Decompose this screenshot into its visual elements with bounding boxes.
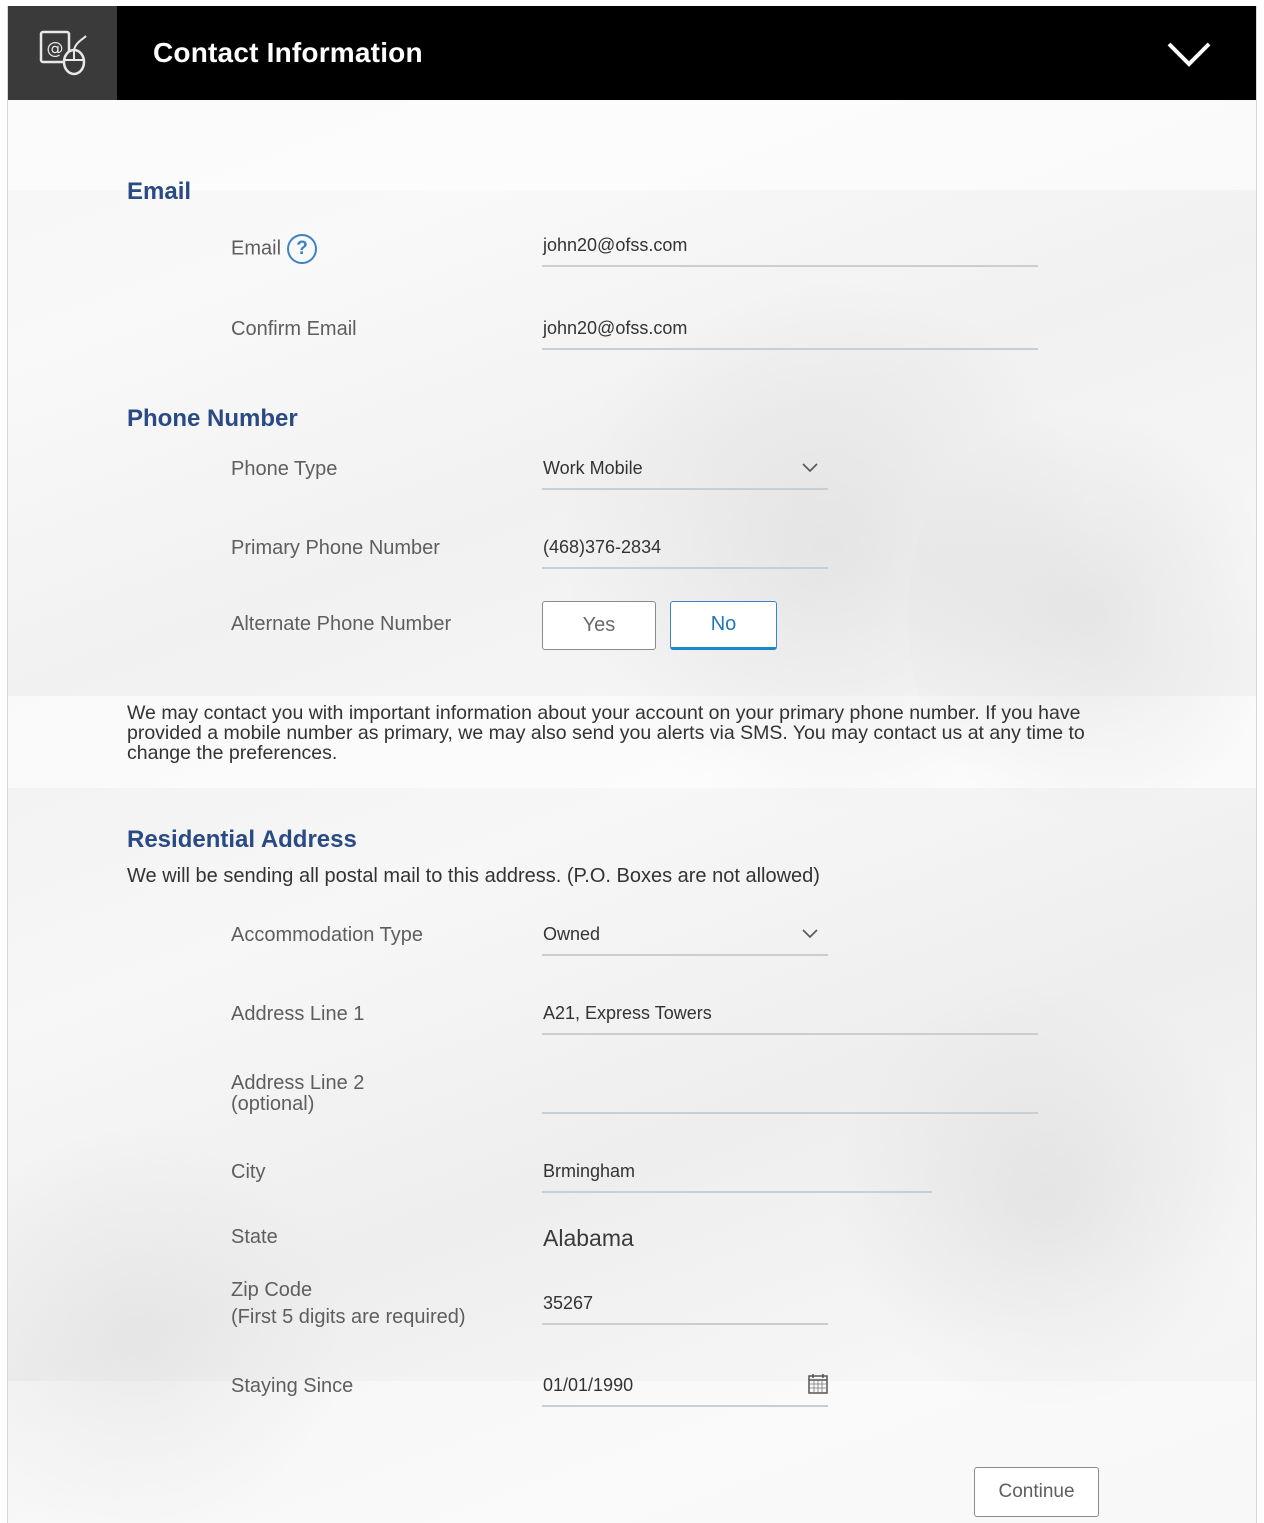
zip-code-field[interactable]: 35267	[543, 1293, 593, 1314]
confirm-email-underline	[542, 348, 1038, 350]
zip-code-hint: (First 5 digits are required)	[231, 1306, 466, 1328]
address-section-title: Residential Address	[127, 826, 357, 853]
confirm-email-label: Confirm Email	[231, 318, 357, 340]
address-line1-field[interactable]: A21, Express Towers	[543, 1003, 712, 1024]
primary-phone-underline	[542, 567, 828, 569]
chevron-down-icon[interactable]	[801, 928, 819, 940]
alternate-phone-yes-button[interactable]: Yes	[542, 601, 656, 650]
zip-code-underline	[542, 1323, 828, 1325]
help-icon[interactable]: ?	[287, 234, 318, 264]
address-line1-label: Address Line 1	[231, 1003, 365, 1025]
section-header[interactable]: @ Contact Information	[8, 6, 1256, 100]
header-title: Contact Information	[153, 37, 423, 68]
confirm-email-field[interactable]: john20@ofss.com	[543, 318, 687, 339]
accommodation-type-label: Accommodation Type	[231, 924, 423, 946]
background-shade	[908, 386, 1256, 846]
svg-text:@: @	[46, 39, 63, 59]
alternate-phone-label: Alternate Phone Number	[231, 613, 452, 635]
background-shade	[828, 986, 1256, 1406]
address-line2-underline	[542, 1112, 1038, 1114]
email-label-row: Email?	[231, 234, 318, 264]
continue-button[interactable]: Continue	[974, 1467, 1099, 1517]
staying-since-field[interactable]: 01/01/1990	[543, 1375, 633, 1396]
address-line2-field[interactable]	[543, 1082, 1037, 1110]
header-icon-box: @	[8, 6, 117, 100]
contact-envelope-mouse-icon: @	[39, 30, 87, 76]
city-label: City	[231, 1161, 266, 1183]
zip-code-label: Zip Code	[231, 1279, 313, 1301]
phone-section-title: Phone Number	[127, 405, 298, 432]
state-label: State	[231, 1226, 278, 1248]
city-underline	[542, 1191, 932, 1193]
background-band	[8, 100, 1256, 190]
phone-type-label: Phone Type	[231, 458, 338, 480]
address-line1-underline	[542, 1033, 1038, 1035]
chevron-down-icon[interactable]	[1166, 39, 1212, 69]
alternate-phone-no-button[interactable]: No	[670, 601, 777, 650]
address-subtitle: We will be sending all postal mail to th…	[127, 865, 820, 887]
primary-phone-label: Primary Phone Number	[231, 537, 440, 559]
primary-phone-field[interactable]: (468)376-2834	[543, 537, 661, 558]
address-line2-label: Address Line 2	[231, 1072, 365, 1094]
accommodation-type-underline	[542, 954, 828, 956]
email-field[interactable]: john20@ofss.com	[543, 235, 687, 256]
phone-type-select[interactable]: Work Mobile	[543, 458, 643, 479]
email-section-title: Email	[127, 178, 192, 205]
phone-type-underline	[542, 488, 828, 490]
address-line2-optional: (optional)	[231, 1093, 315, 1115]
staying-since-label: Staying Since	[231, 1375, 354, 1397]
staying-since-underline	[542, 1405, 828, 1407]
phone-contact-note: We may contact you with important inform…	[127, 702, 1085, 764]
city-field[interactable]: Brmingham	[543, 1161, 635, 1182]
chevron-down-icon[interactable]	[801, 462, 819, 474]
state-value: Alabama	[543, 1225, 634, 1251]
calendar-icon[interactable]	[807, 1373, 829, 1395]
email-label: Email	[231, 237, 282, 260]
accommodation-type-select[interactable]: Owned	[543, 924, 600, 945]
contact-information-panel: @ Contact Information Email Email? john2…	[7, 6, 1257, 1523]
email-field-underline	[542, 265, 1038, 267]
